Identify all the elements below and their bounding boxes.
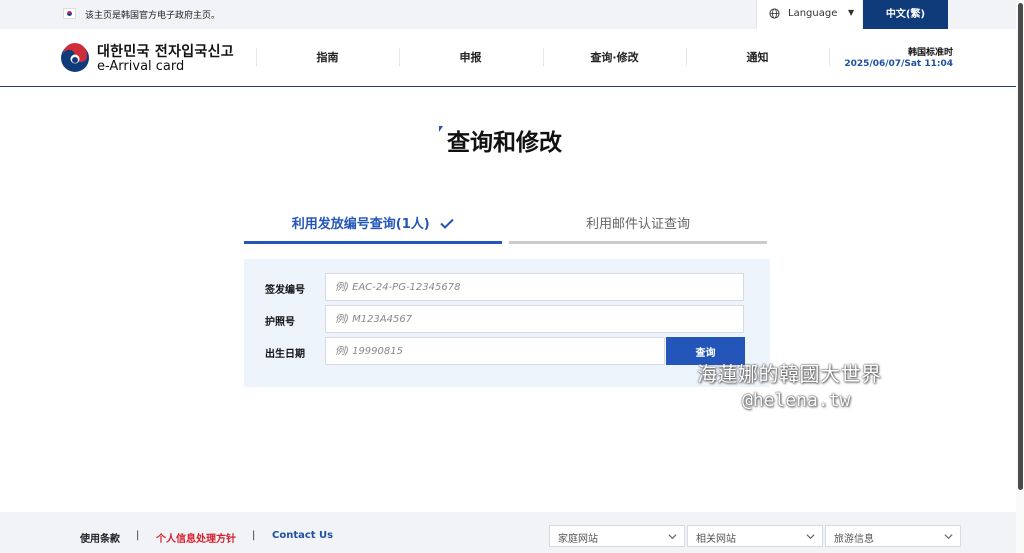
issue-number-label: 签发编号 (265, 285, 305, 296)
nav-notice[interactable]: 通知 (686, 49, 829, 65)
footer-separator: | (252, 530, 256, 541)
logo-english-text[interactable]: e-Arrival card (97, 59, 184, 74)
birth-date-label: 出生日期 (265, 349, 305, 360)
birth-date-input[interactable] (325, 337, 665, 365)
taegeuk-emblem-icon[interactable] (60, 43, 90, 73)
current-language-button[interactable]: 中文(繁) (863, 0, 948, 29)
watermark-handle: @helena.tw (742, 390, 851, 411)
footer-separator: | (136, 530, 140, 541)
nav-inquiry-edit[interactable]: 查询·修改 (543, 49, 686, 65)
passport-label: 护照号 (265, 317, 295, 328)
select-label: 家庭网站 (558, 534, 598, 545)
related-sites-select[interactable]: 相关网站 (687, 525, 823, 547)
globe-icon (769, 8, 780, 19)
chevron-down-icon (944, 534, 953, 540)
contact-us-link[interactable]: Contact Us (272, 530, 333, 541)
nav-guide[interactable]: 指南 (256, 49, 399, 65)
tab-issue-number-inquiry[interactable]: 利用发放编号查询(1人) (244, 213, 502, 244)
nav-divider (829, 48, 830, 66)
chevron-down-icon (668, 534, 677, 540)
tourism-info-select[interactable]: 旅游信息 (825, 525, 961, 547)
logo-korean-text[interactable]: 대한민국 전자입국신고 (97, 41, 234, 61)
terms-link[interactable]: 使用条款 (80, 530, 120, 545)
check-icon (440, 218, 454, 229)
title-accent-mark (439, 126, 443, 132)
page-title: 查询和修改 (447, 130, 562, 156)
tab-email-auth-inquiry[interactable]: 利用邮件认证查询 (509, 213, 767, 244)
official-site-notice: 该主页是韩国官方电子政府主页。 (85, 11, 221, 21)
tab-label: 利用邮件认证查询 (585, 217, 690, 232)
site-header: 대한민국 전자입국신고 e-Arrival card 指南 申报 查询·修改 通… (0, 29, 1024, 87)
language-selector[interactable]: Language ▼ (756, 0, 862, 29)
passport-number-input[interactable] (325, 305, 744, 333)
kst-label: 韩国标准时 (907, 48, 953, 58)
privacy-policy-link[interactable]: 个人信息处理方针 (156, 530, 236, 545)
top-utility-bar: 该主页是韩国官方电子政府主页。 Language ▼ 中文(繁) (0, 0, 1024, 29)
caret-down-icon: ▼ (848, 8, 855, 17)
nav-declaration[interactable]: 申报 (399, 49, 542, 65)
watermark-title: 海蓮娜的韓國大世界 (697, 362, 882, 386)
tab-label: 利用发放编号查询(1人) (291, 217, 430, 232)
korea-flag-icon (63, 8, 76, 19)
scrollbar-thumb[interactable] (1018, 3, 1023, 490)
site-footer: 使用条款 | 个人信息处理方针 | Contact Us 家庭网站 相关网站 旅… (0, 512, 1016, 553)
family-sites-select[interactable]: 家庭网站 (549, 525, 685, 547)
language-label: Language (788, 8, 838, 19)
select-label: 旅游信息 (834, 534, 874, 545)
issue-number-input[interactable] (325, 273, 744, 301)
select-label: 相关网站 (696, 534, 736, 545)
inquiry-form: 签发编号 护照号 出生日期 查询 (244, 259, 770, 387)
chevron-down-icon (806, 534, 815, 540)
kst-datetime: 2025/06/07/Sat 11:04 (844, 59, 953, 69)
